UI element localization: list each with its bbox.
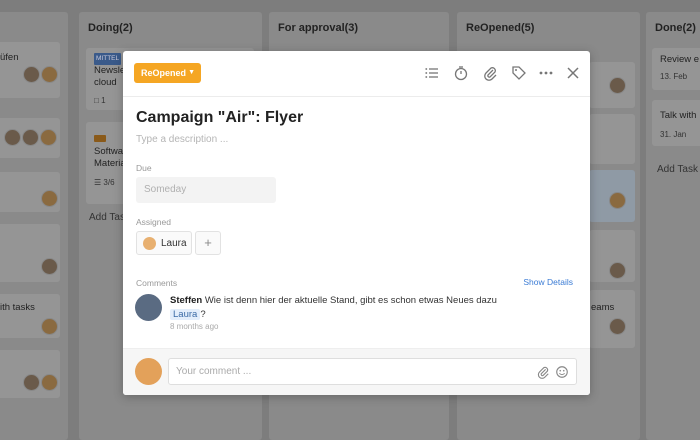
comment-placeholder: Your comment ... xyxy=(176,366,252,377)
task-title[interactable]: Campaign "Air": Flyer xyxy=(136,109,303,127)
show-details-link[interactable]: Show Details xyxy=(523,277,573,287)
due-label: Due xyxy=(136,163,152,173)
chevron-down-icon: ▼ xyxy=(188,69,195,76)
add-assignee-button[interactable]: + xyxy=(195,231,221,255)
more-icon[interactable] xyxy=(538,65,554,81)
close-icon[interactable] xyxy=(565,65,581,81)
paperclip-icon[interactable] xyxy=(536,365,550,379)
emoji-icon[interactable] xyxy=(555,365,569,379)
comment-input[interactable]: Your comment ... xyxy=(168,358,577,385)
assignee-name: Laura xyxy=(161,238,187,249)
comment-body: Steffen Wie ist denn hier der aktuelle S… xyxy=(170,294,570,322)
comment-composer: Your comment ... xyxy=(123,348,590,395)
paperclip-icon[interactable] xyxy=(482,65,498,81)
status-dropdown[interactable]: ReOpened ▼ xyxy=(134,63,201,83)
modal-header: ReOpened ▼ xyxy=(123,51,590,97)
comment-text: Wie ist denn hier der aktuelle Stand, gi… xyxy=(204,295,497,306)
task-detail-modal: ReOpened ▼ Campaign "Air": Flyer Type a … xyxy=(123,51,590,395)
stopwatch-icon[interactable] xyxy=(453,65,469,81)
avatar xyxy=(135,358,162,385)
tag-icon[interactable] xyxy=(511,65,527,81)
description-input[interactable]: Type a description ... xyxy=(136,134,228,145)
comment-suffix: ? xyxy=(200,309,206,320)
checklist-icon[interactable] xyxy=(424,65,440,81)
avatar xyxy=(135,294,162,321)
avatar xyxy=(143,237,156,250)
assigned-label: Assigned xyxy=(136,217,171,227)
due-date-field[interactable]: Someday xyxy=(136,177,276,203)
status-label: ReOpened xyxy=(141,68,187,78)
assignee-chip[interactable]: Laura xyxy=(136,231,192,255)
mention-chip[interactable]: Laura xyxy=(170,309,201,320)
comment-timestamp: 8 months ago xyxy=(170,322,219,331)
comments-label: Comments xyxy=(136,278,178,288)
comment-author: Steffen xyxy=(170,295,203,306)
